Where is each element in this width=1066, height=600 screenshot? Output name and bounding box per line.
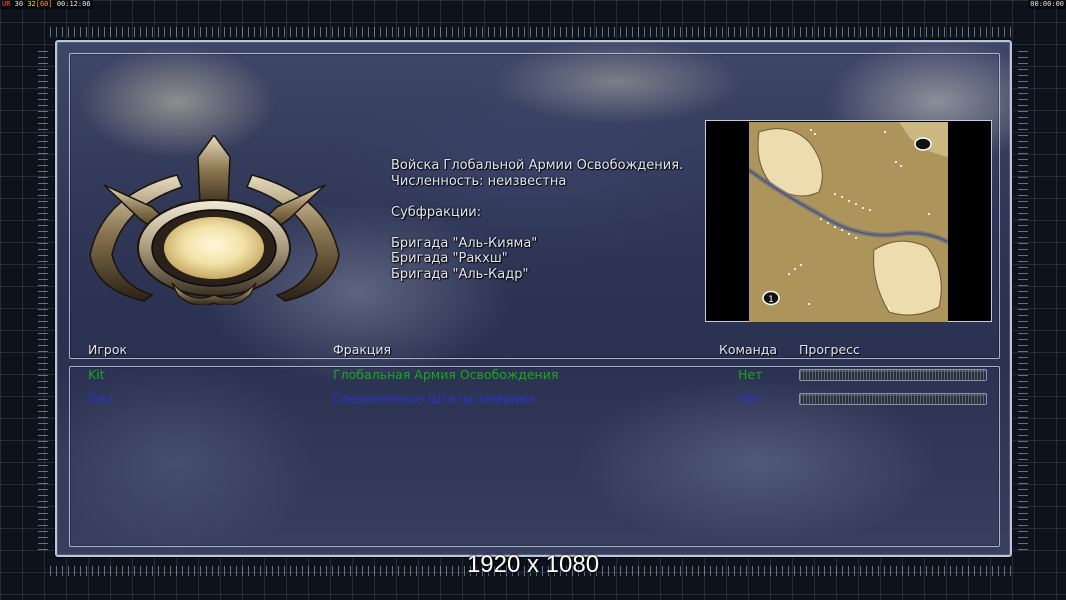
loading-progress-bar [799, 393, 987, 405]
start-position-1-label: 1 [768, 295, 774, 305]
player-team: Нет [738, 391, 763, 406]
game-setup-panel: Войска Глобальной Армии Освобождения. Чи… [55, 40, 1012, 557]
ruler-right [1018, 50, 1028, 550]
debug-clock-right: 00:00:00 [1028, 0, 1066, 9]
resolution-watermark: 1920 x 1080 [466, 551, 600, 578]
column-header-progress: Прогресс [799, 342, 860, 357]
debug-clock-left: 00:12:06 [56, 0, 91, 8]
subfactions-heading: Субфракции: [391, 204, 482, 220]
ruler-top [50, 27, 1016, 37]
player-name: Deu [88, 391, 114, 406]
gla-faction-emblem-icon [89, 135, 340, 305]
column-header-player: Игрок [88, 342, 128, 357]
ruler-left [38, 50, 48, 550]
loading-progress-bar [799, 369, 987, 381]
faction-strength: Численность: неизвестна [391, 173, 567, 189]
debug-fps-avg: 32 [27, 0, 36, 8]
debug-ur-label: UR [2, 0, 11, 8]
column-header-faction: Фракция [333, 342, 392, 357]
debug-fps-max: [60] [35, 0, 53, 8]
debug-overlay-left: UR 30 32[60] 00:12:06 [0, 0, 93, 9]
player-row: Deu Соединенные Штаты Америки Нет [57, 389, 1010, 409]
subfaction-item: Бригада "Аль-Кияма" [391, 235, 538, 251]
faction-army-name: Войска Глобальной Армии Освобождения. [391, 158, 684, 173]
player-faction: Соединенные Штаты Америки [333, 391, 535, 406]
subfaction-item: Бригада "Ракхш" [391, 251, 508, 266]
player-row: Kit Глобальная Армия Освобождения Нет [57, 365, 1010, 385]
map-terrain: 1 [749, 122, 948, 322]
map-preview: 1 [705, 120, 992, 322]
player-team: Нет [738, 367, 763, 382]
column-header-team: Команда [719, 342, 778, 357]
player-faction: Глобальная Армия Освобождения [333, 367, 559, 382]
player-name: Kit [88, 367, 105, 382]
faction-description: Войска Глобальной Армии Освобождения. Чи… [391, 158, 683, 282]
subfaction-item: Бригада "Аль-Кадр" [391, 266, 529, 282]
debug-fps-value: 30 [14, 0, 24, 8]
